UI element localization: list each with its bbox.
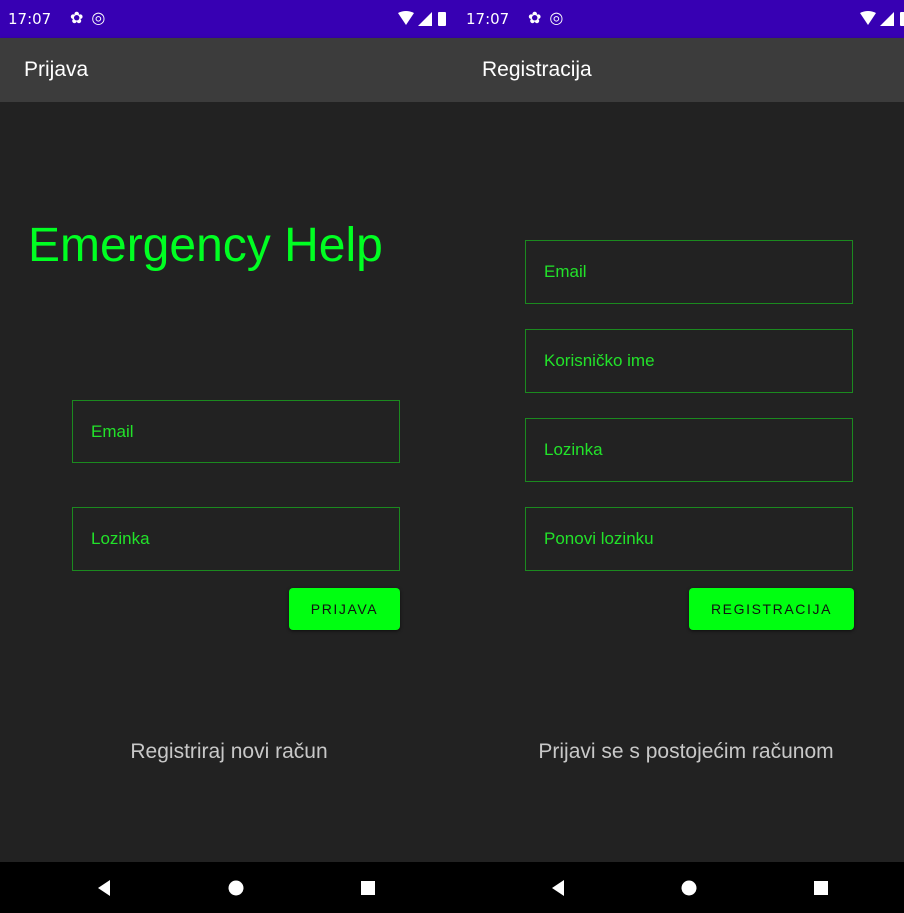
- status-bar: 17:07 ✿ ◎: [0, 0, 458, 38]
- status-bar: 17:07 ✿ ◎: [458, 0, 904, 38]
- username-field-hint: Korisničko ime: [544, 351, 655, 370]
- home-icon[interactable]: [675, 874, 703, 902]
- login-content: Emergency Help Email Lozinka PRIJAVA Reg…: [0, 102, 458, 862]
- password-field-hint: Lozinka: [91, 529, 150, 548]
- app-bar: Registracija: [458, 38, 904, 102]
- password-field[interactable]: Lozinka: [525, 418, 853, 482]
- password-field-hint: Lozinka: [544, 440, 603, 459]
- at-circle-icon: ◎: [91, 8, 106, 27]
- app-bar: Prijava: [0, 38, 458, 102]
- email-field[interactable]: Email: [72, 400, 400, 463]
- register-button[interactable]: REGISTRACIJA: [689, 588, 854, 630]
- recents-icon[interactable]: [354, 874, 382, 902]
- register-new-account-link[interactable]: Registriraj novi račun: [0, 739, 458, 765]
- wifi-icon: [398, 11, 414, 25]
- register-screen: 17:07 ✿ ◎ Registracija Email Korisničko i…: [458, 0, 904, 913]
- system-status-icons: [860, 11, 904, 26]
- email-field-hint: Email: [544, 262, 587, 281]
- battery-icon: [900, 12, 904, 26]
- login-screen: 17:07 ✿ ◎ Prijava Emergency Help Email Lo…: [0, 0, 458, 913]
- repeat-password-field[interactable]: Ponovi lozinku: [525, 507, 853, 571]
- gear-icon: ✿: [528, 8, 542, 27]
- wifi-icon: [860, 11, 876, 25]
- username-field[interactable]: Korisničko ime: [525, 329, 853, 393]
- status-time: 17:07: [8, 10, 52, 28]
- app-bar-title: Prijava: [24, 58, 89, 81]
- password-field[interactable]: Lozinka: [72, 507, 400, 571]
- gear-icon: ✿: [70, 8, 84, 27]
- at-circle-icon: ◎: [549, 8, 564, 27]
- status-notification-icons: ✿ ◎: [528, 8, 571, 28]
- back-icon[interactable]: [544, 874, 572, 902]
- signal-icon: [418, 12, 432, 26]
- register-content: Email Korisničko ime Lozinka Ponovi lozi…: [458, 102, 904, 862]
- signal-icon: [880, 12, 894, 26]
- app-heading: Emergency Help: [28, 219, 383, 272]
- email-field[interactable]: Email: [525, 240, 853, 304]
- back-icon[interactable]: [90, 874, 118, 902]
- login-existing-account-link[interactable]: Prijavi se s postojećim računom: [468, 739, 904, 765]
- status-time: 17:07: [466, 10, 510, 28]
- navigation-bar: [0, 862, 458, 913]
- system-status-icons: [398, 11, 446, 26]
- screens-container: 17:07 ✿ ◎ Prijava Emergency Help Email Lo…: [0, 0, 904, 913]
- login-button[interactable]: PRIJAVA: [289, 588, 400, 630]
- email-field-hint: Email: [91, 421, 134, 441]
- app-bar-title: Registracija: [482, 58, 592, 81]
- status-notification-icons: ✿ ◎: [70, 8, 113, 28]
- recents-icon[interactable]: [807, 874, 835, 902]
- repeat-password-field-hint: Ponovi lozinku: [544, 529, 654, 548]
- battery-icon: [438, 12, 446, 26]
- home-icon[interactable]: [222, 874, 250, 902]
- navigation-bar: [458, 862, 904, 913]
